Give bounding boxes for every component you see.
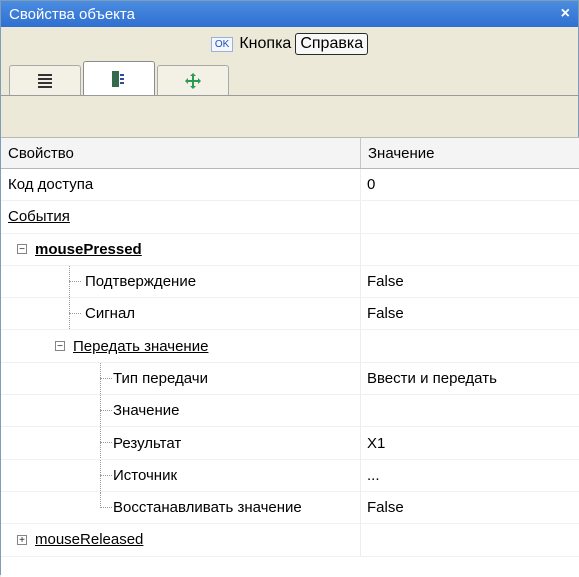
signal-label: Сигнал <box>85 305 136 323</box>
tab-strip <box>1 61 578 96</box>
grid-rows: Код доступа 0 События − mousePressed Под… <box>1 169 579 557</box>
table-row[interactable]: Значение <box>1 395 579 428</box>
tree-branch <box>100 377 112 379</box>
events-tab[interactable] <box>83 61 155 95</box>
table-row[interactable]: Источник ... <box>1 459 579 492</box>
tree-branch <box>100 506 112 508</box>
object-properties-window: Свойства объекта × OK Кнопка Справка Сво… <box>0 0 579 577</box>
result-value: X1 <box>367 434 386 452</box>
confirmation-value: False <box>367 273 404 291</box>
tree-branch <box>69 313 81 315</box>
property-header: Свойство <box>1 138 361 168</box>
properties-tab[interactable] <box>9 65 81 95</box>
transfer-tab[interactable] <box>157 65 229 95</box>
move-icon <box>185 72 201 89</box>
table-row[interactable]: Подтверждение False <box>1 265 579 299</box>
restore-value-label: Восстанавливать значение <box>113 499 302 517</box>
mouse-released-link[interactable]: mouseReleased <box>35 531 143 548</box>
result-label: Результат <box>113 434 182 452</box>
source-value: ... <box>367 466 380 484</box>
table-row[interactable]: Тип передачи Ввести и передать <box>1 362 579 396</box>
window-title: Свойства объекта <box>9 5 135 23</box>
table-row[interactable]: + mouseReleased <box>1 524 579 557</box>
tree-branch <box>100 410 112 412</box>
table-row[interactable]: Восстанавливать значение False <box>1 491 579 525</box>
event-icon <box>112 70 124 87</box>
table-row[interactable]: События <box>1 201 579 234</box>
help-button[interactable]: Справка <box>295 33 369 55</box>
transfer-type-label: Тип передачи <box>113 369 208 387</box>
signal-value: False <box>367 305 404 323</box>
object-info-row: OK Кнопка Справка <box>1 27 578 61</box>
source-label: Источник <box>113 466 178 484</box>
grid-header: Свойство Значение <box>1 138 579 169</box>
list-icon <box>38 73 52 88</box>
value-header: Значение <box>361 138 579 168</box>
title-bar: Свойства объекта × <box>1 1 578 27</box>
table-row[interactable]: Код доступа 0 <box>1 169 579 202</box>
collapse-icon[interactable]: − <box>17 244 27 255</box>
table-row[interactable]: − mousePressed <box>1 233 579 266</box>
collapse-icon[interactable]: − <box>55 341 65 352</box>
access-code-value: 0 <box>367 176 376 194</box>
access-code-label: Код доступа <box>8 176 94 194</box>
expand-icon[interactable]: + <box>17 534 27 545</box>
ok-badge: OK <box>210 36 234 52</box>
table-row[interactable]: − Передать значение <box>1 330 579 363</box>
tree-branch <box>69 280 81 282</box>
tree-branch <box>100 442 112 444</box>
property-grid: Свойство Значение Код доступа 0 События … <box>1 137 579 577</box>
events-link[interactable]: События <box>8 208 70 225</box>
tree-branch <box>100 474 112 476</box>
object-name: Кнопка <box>239 35 292 52</box>
table-row[interactable]: Сигнал False <box>1 298 579 331</box>
table-row[interactable]: Результат X1 <box>1 427 579 460</box>
tree-line <box>100 491 101 508</box>
pass-value-link[interactable]: Передать значение <box>73 338 208 355</box>
mouse-pressed-link[interactable]: mousePressed <box>35 241 142 258</box>
confirmation-label: Подтверждение <box>85 273 197 291</box>
close-icon[interactable]: × <box>561 5 570 23</box>
value-label: Значение <box>113 402 180 420</box>
restore-value-value: False <box>367 499 404 517</box>
transfer-type-value: Ввести и передать <box>367 369 497 387</box>
